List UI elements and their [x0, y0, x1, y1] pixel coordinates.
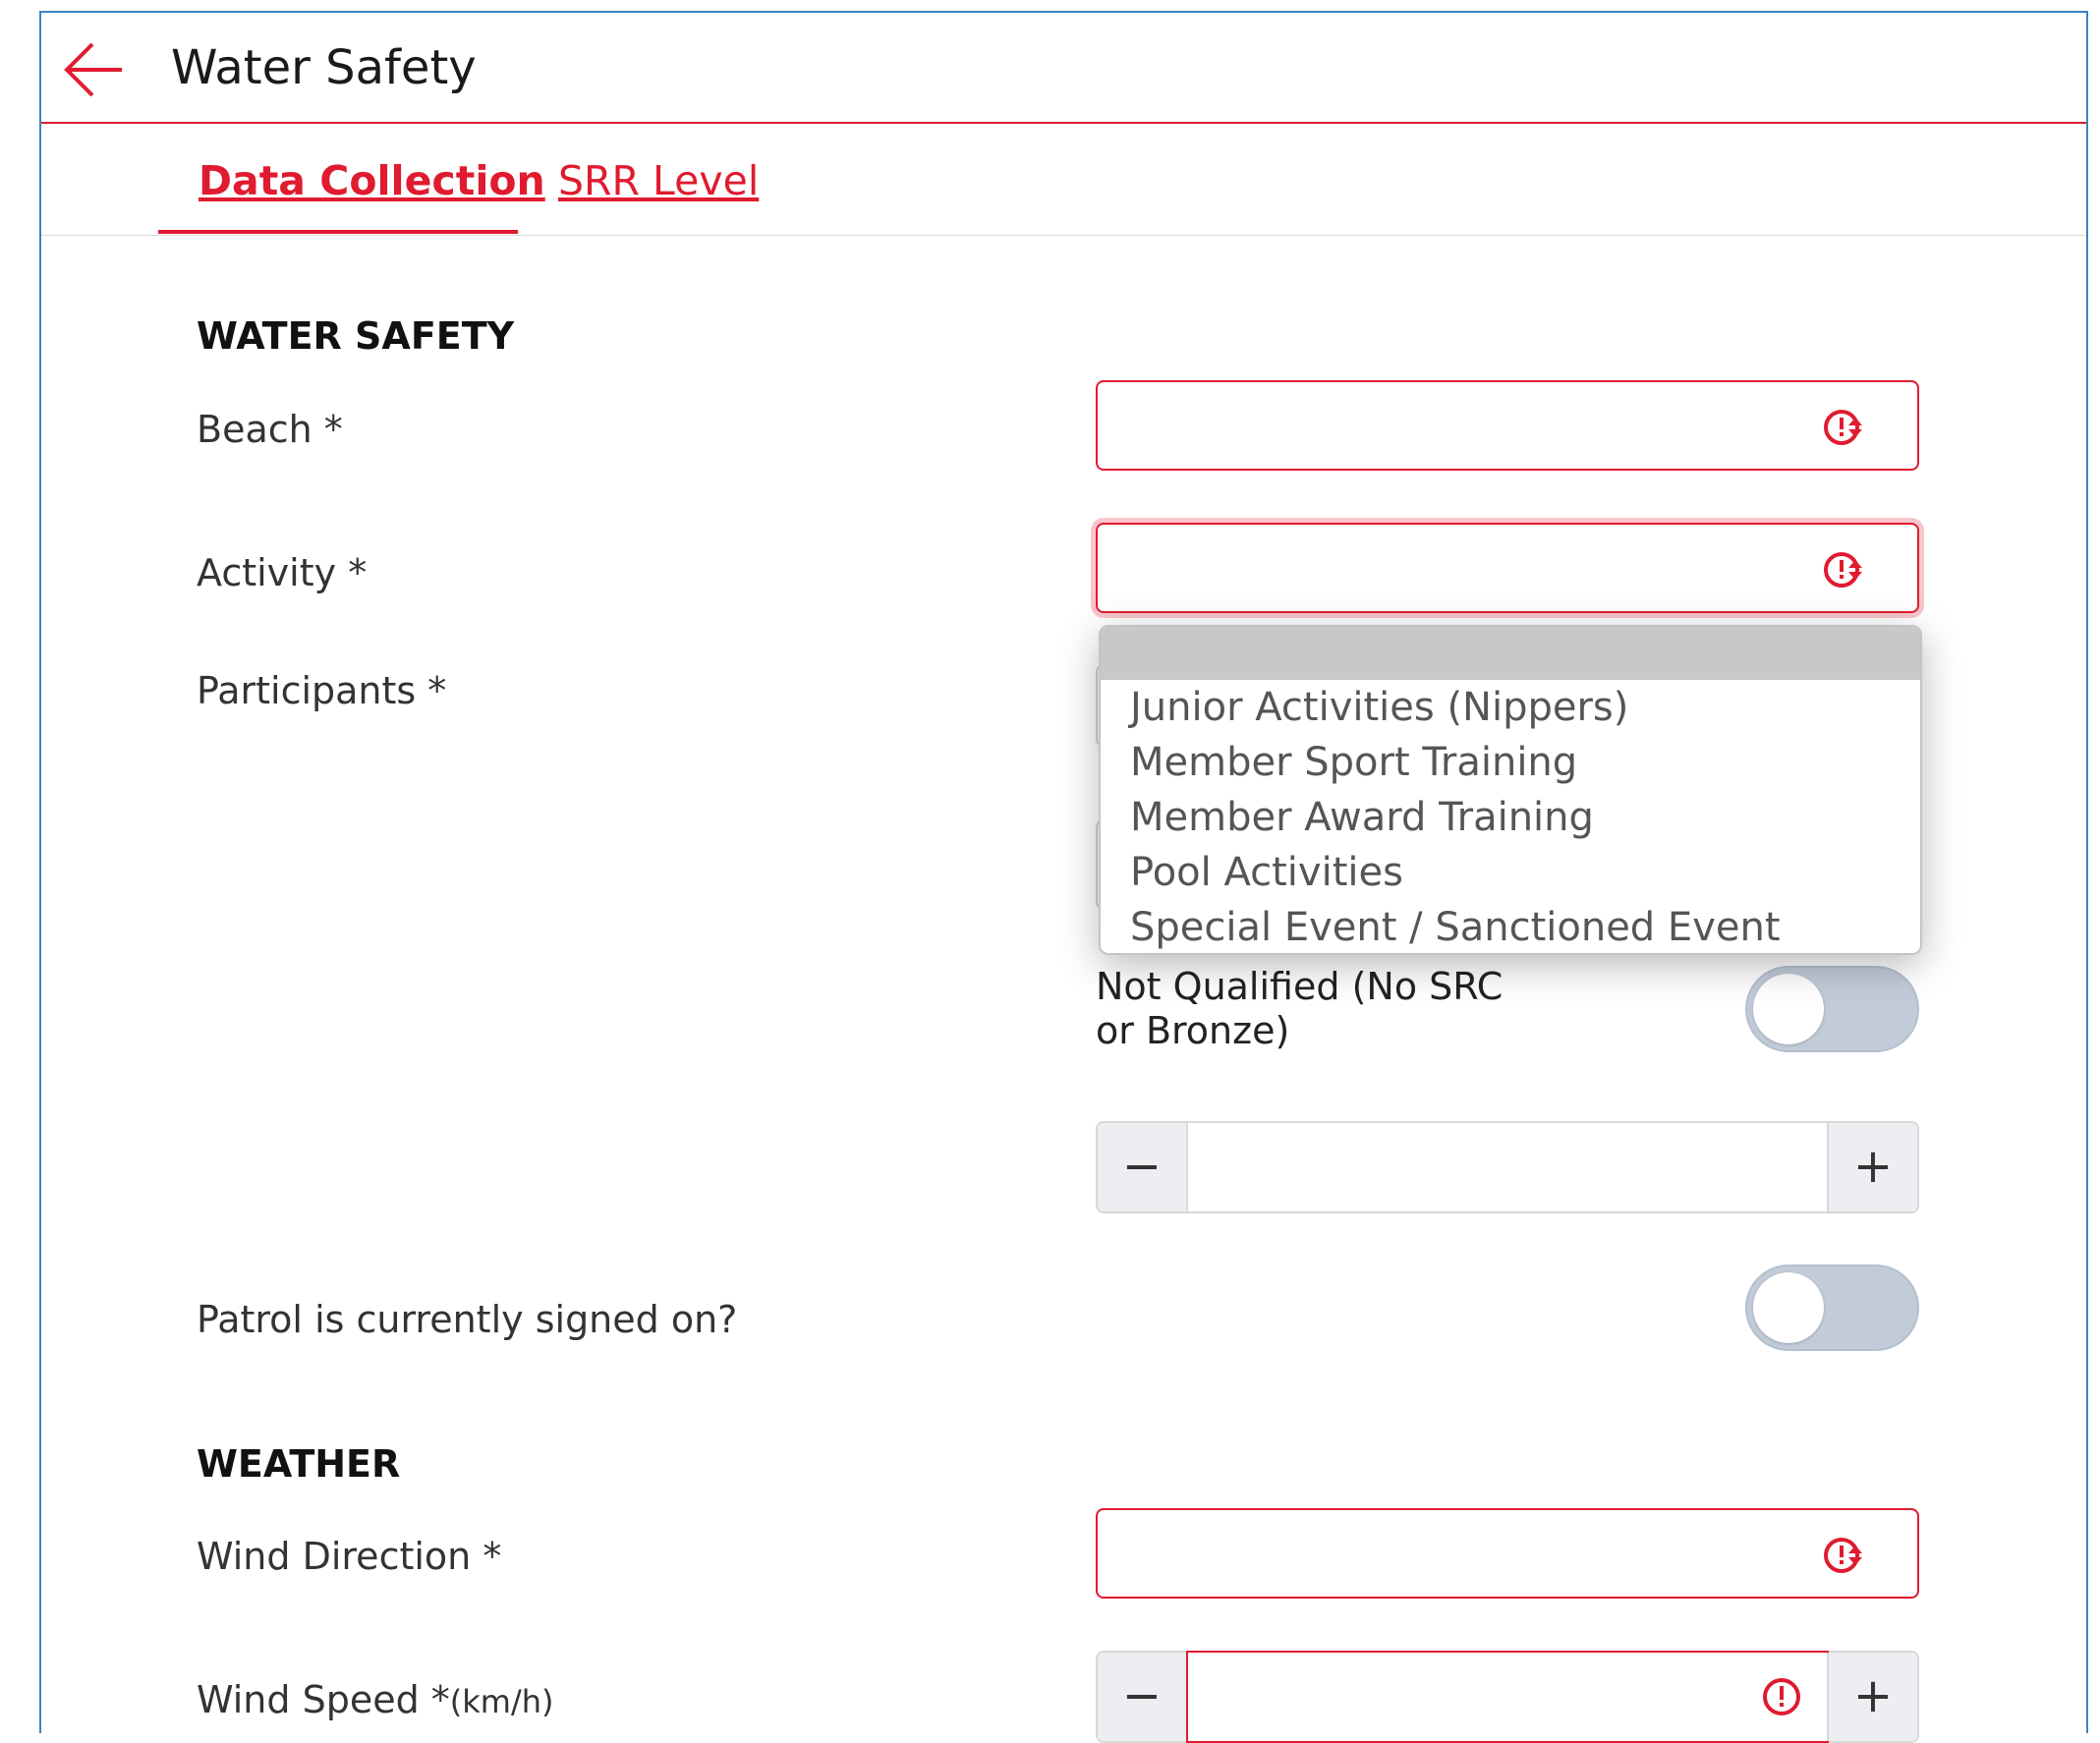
not-qualified-stepper: − +	[1096, 1121, 1919, 1213]
active-tab-indicator	[158, 230, 518, 234]
activity-label: Activity *	[197, 551, 368, 594]
wind-speed-stepper: − +	[1096, 1651, 1919, 1743]
wind-speed-label: Wind Speed *(km/h)	[197, 1675, 554, 1726]
dropdown-option-blank[interactable]	[1101, 627, 1920, 680]
wind-direction-select[interactable]	[1096, 1508, 1919, 1599]
error-icon	[1763, 1678, 1800, 1715]
patrol-signed-on-label: Patrol is currently signed on?	[197, 1298, 738, 1341]
decrement-button[interactable]: −	[1098, 1653, 1188, 1741]
wind-speed-input[interactable]	[1188, 1653, 1827, 1741]
error-sort-icon	[1824, 410, 1862, 445]
tab-srr-level[interactable]: SRR Level	[558, 153, 759, 208]
dropdown-option[interactable]: Special Event / Sanctioned Event	[1101, 900, 1920, 953]
not-qualified-toggle[interactable]	[1745, 966, 1919, 1052]
not-qualified-label: Not Qualified (No SRC or Bronze)	[1096, 965, 1504, 1052]
weather-heading: WEATHER	[197, 1442, 401, 1486]
increment-button[interactable]: +	[1827, 1653, 1917, 1741]
error-sort-icon	[1824, 552, 1862, 588]
window-frame-right	[2086, 11, 2088, 1733]
activity-dropdown-list: Junior Activities (Nippers) Member Sport…	[1099, 625, 1922, 955]
beach-select[interactable]	[1096, 380, 1919, 471]
tab-data-collection[interactable]: Data Collection	[199, 153, 545, 208]
dropdown-option[interactable]: Junior Activities (Nippers)	[1101, 680, 1920, 735]
activity-select[interactable]	[1096, 523, 1919, 613]
participants-label: Participants *	[197, 669, 447, 712]
tab-bar: Data Collection SRR Level	[41, 124, 2086, 236]
arrow-left-icon	[64, 42, 122, 97]
increment-button[interactable]: +	[1827, 1123, 1917, 1211]
app-header: Water Safety	[41, 13, 2086, 124]
wind-speed-label-text: Wind Speed *	[197, 1678, 450, 1721]
beach-label: Beach *	[197, 408, 343, 451]
dropdown-option[interactable]: Member Award Training	[1101, 790, 1920, 845]
dropdown-option[interactable]: Pool Activities	[1101, 845, 1920, 900]
wind-speed-unit: (km/h)	[449, 1683, 554, 1720]
water-safety-heading: WATER SAFETY	[197, 314, 515, 358]
back-button[interactable]	[61, 36, 128, 103]
dropdown-option[interactable]: Member Sport Training	[1101, 735, 1920, 790]
window-frame-left	[39, 11, 41, 1733]
wind-direction-label: Wind Direction *	[197, 1535, 502, 1578]
toggle-knob	[1753, 974, 1824, 1044]
wind-speed-input-border	[1186, 1651, 1829, 1743]
patrol-signed-on-toggle[interactable]	[1745, 1265, 1919, 1351]
page-title: Water Safety	[171, 40, 477, 95]
not-qualified-count-input[interactable]	[1188, 1123, 1827, 1211]
error-sort-icon	[1824, 1538, 1862, 1573]
toggle-knob	[1753, 1272, 1824, 1343]
decrement-button[interactable]: −	[1098, 1123, 1188, 1211]
